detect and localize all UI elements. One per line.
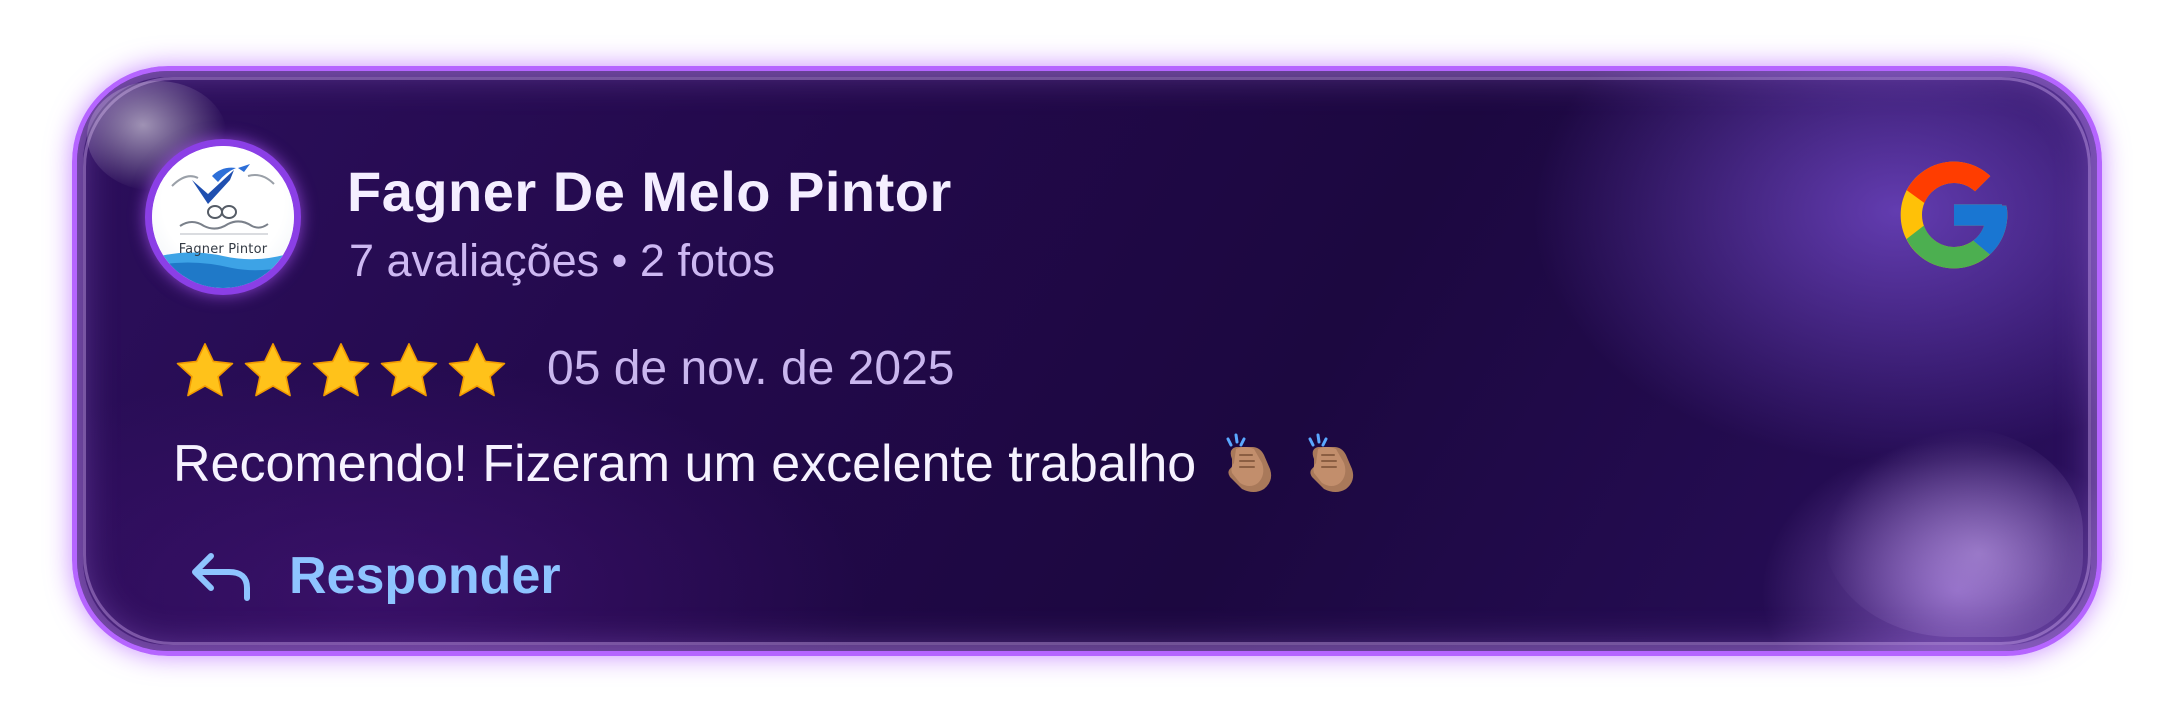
clapping-hands-icon: [1308, 433, 1354, 492]
star-rating: [173, 336, 509, 406]
reviewer-meta: 7 avaliações • 2 fotos: [349, 235, 776, 286]
reply-arrow-icon: [192, 553, 250, 601]
avatar-caption: Fagner Pintor: [178, 242, 268, 257]
google-logo-icon: [1900, 161, 2008, 269]
review-date: 05 de nov. de 2025: [547, 342, 955, 395]
review-text: Recomendo! Fizeram um excelente trabalho: [173, 433, 1360, 495]
star-icon: [244, 343, 302, 397]
review-card: Fagner Pintor Fagner De Melo Pintor 7 av…: [72, 66, 2102, 656]
reviewer-name[interactable]: Fagner De Melo Pintor: [347, 159, 952, 224]
stars: [173, 339, 509, 403]
star-icon: [312, 343, 370, 397]
avatar[interactable]: Fagner Pintor: [145, 139, 301, 295]
avatar-logo-icon: [152, 164, 294, 288]
review-text-body: Recomendo! Fizeram um excelente trabalho: [173, 435, 1197, 493]
card-highlight-bottom-right: [1823, 427, 2083, 637]
star-icon: [176, 343, 234, 397]
stage: Fagner Pintor Fagner De Melo Pintor 7 av…: [0, 0, 2172, 724]
star-icon: [380, 343, 438, 397]
reply-label: Responder: [289, 547, 561, 605]
star-icon: [448, 343, 506, 397]
clapping-hands-icon: [1226, 433, 1272, 492]
reply-button[interactable]: Responder: [189, 541, 561, 611]
